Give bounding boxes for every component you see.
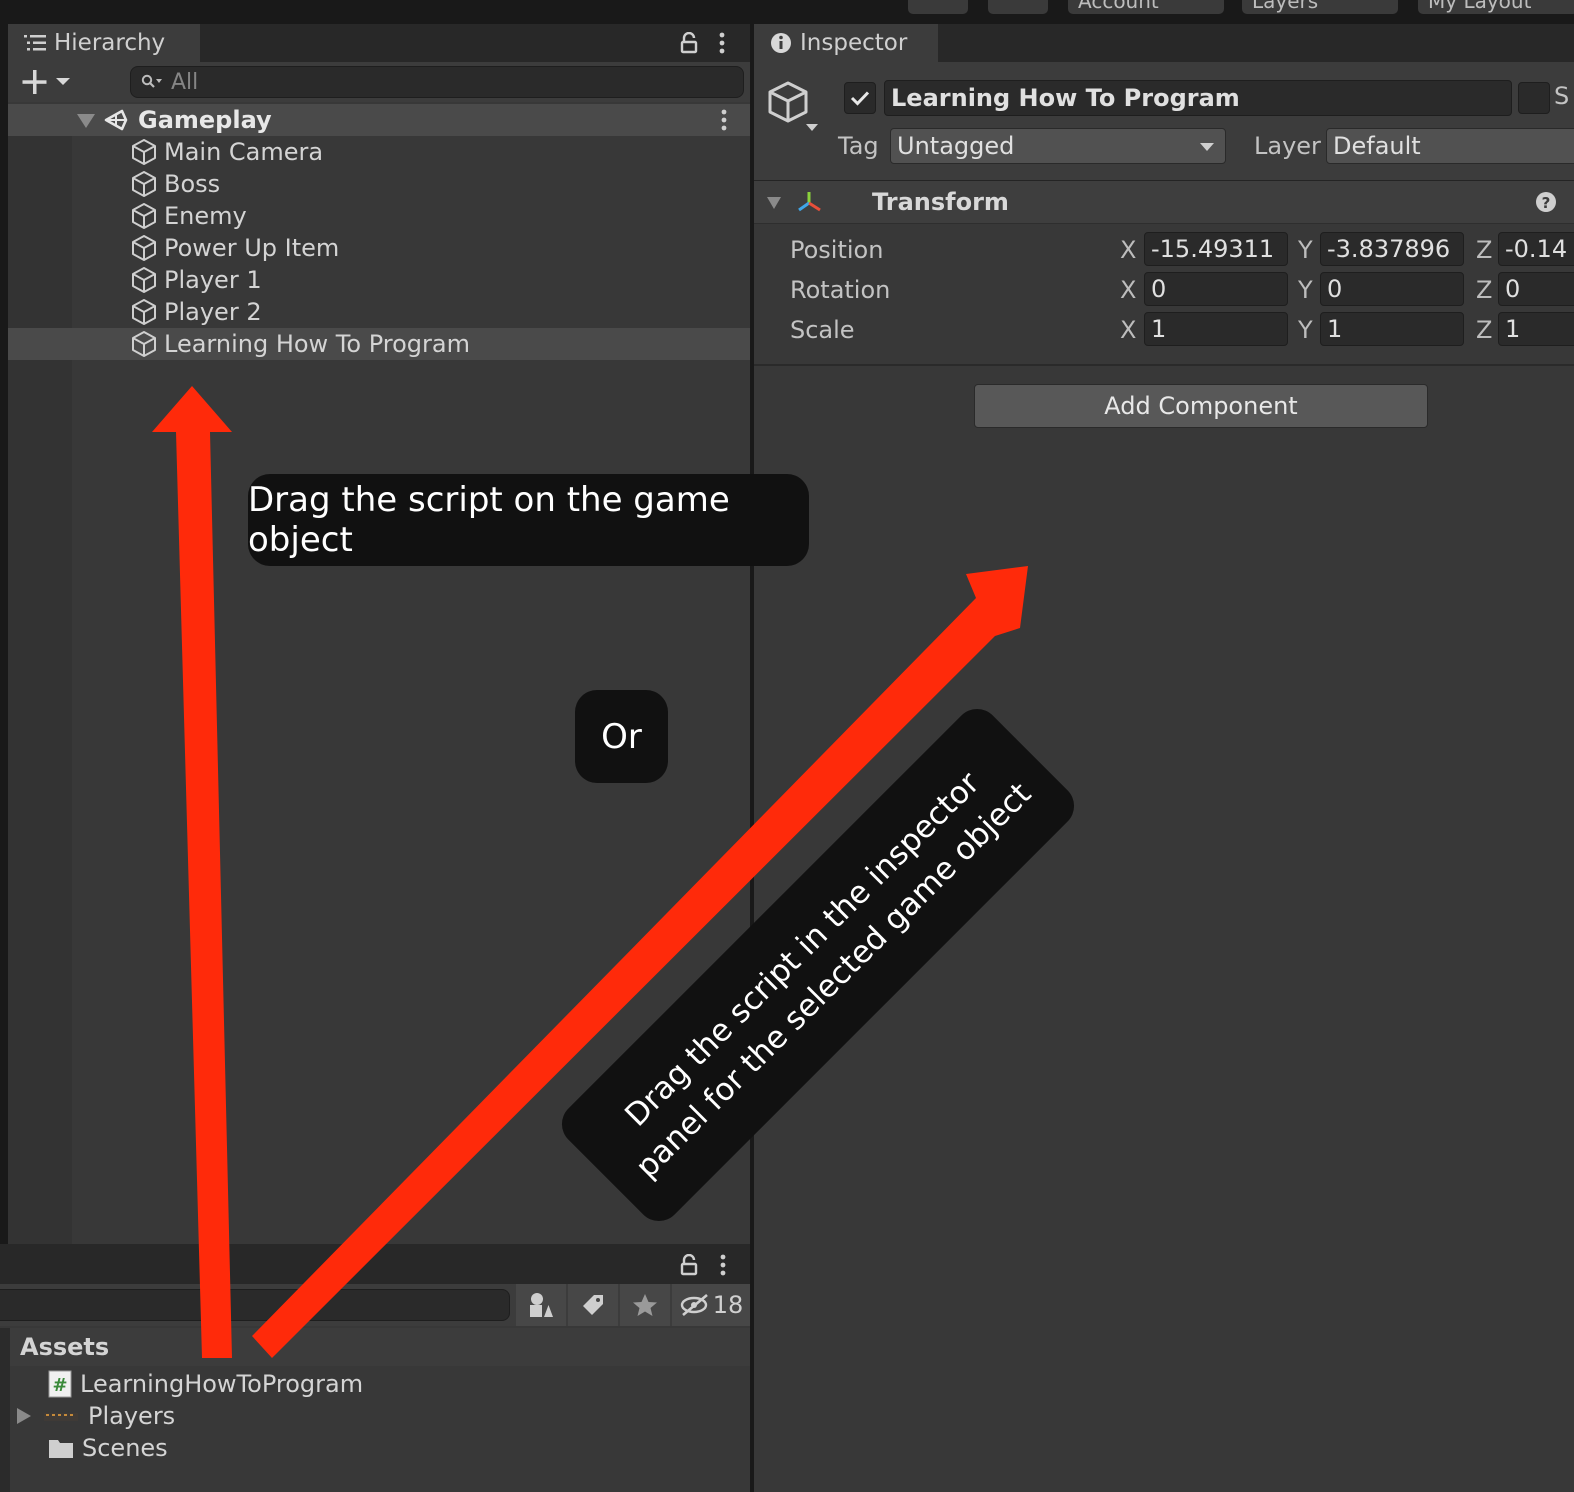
callout-drag-on-object-text: Drag the script on the game object [248, 480, 730, 560]
callout-or: Or [575, 690, 668, 783]
callout-or-text: Or [601, 716, 642, 757]
arrow-up [152, 386, 232, 1358]
annotation-arrows [152, 386, 1028, 1358]
callout-drag-on-object: Drag the script on the game object [248, 474, 809, 566]
